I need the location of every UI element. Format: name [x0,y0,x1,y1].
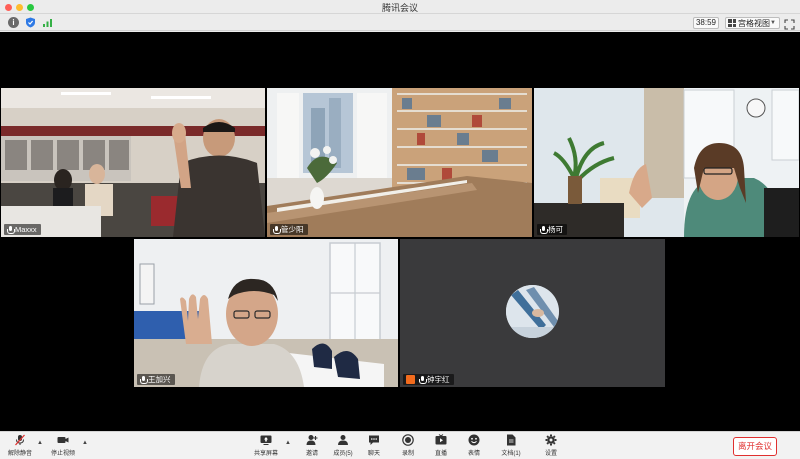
library-video-frame [267,88,532,237]
chat-icon [368,434,380,446]
signal-icon[interactable] [42,17,53,28]
participant-name-tag: 钟宇红 [403,374,454,385]
participant-name-tag: 王加兴 [137,374,175,385]
share-screen-icon [260,434,272,446]
users-icon [337,434,349,446]
mic-on-icon [273,225,281,234]
participant-name: Maxxx [15,225,37,234]
mic-on-icon [419,375,427,384]
participant-name: 杨可 [548,225,563,234]
reactions-button[interactable]: 表情 [459,433,489,459]
invite-button[interactable]: 邀请 [297,433,327,459]
video-tile[interactable]: 管少阳 [267,88,532,237]
window-title: 腾讯会议 [381,3,418,13]
video-options-caret[interactable]: ▲ [82,440,88,446]
camera-icon [57,434,69,446]
video-tile[interactable]: 杨可 [534,88,799,237]
video-grid: Maxxx 管少阳 杨可 王加兴 钟宇红 [0,32,800,431]
video-tile-no-camera[interactable]: 钟宇红 [400,239,665,387]
classroom-video-frame [1,88,265,237]
participant-name: 王加兴 [148,375,171,384]
participant-name: 管少阳 [281,225,304,234]
mic-on-icon [140,375,148,384]
audio-options-caret[interactable]: ▲ [37,440,43,446]
share-screen-button[interactable]: 共享屏幕 [251,433,281,459]
add-user-icon [306,434,318,446]
bottom-toolbar: 解除静音 ▲ 停止视频 ▲ 共享屏幕 ▲ 邀请 成员(5) 聊天 录制 直播 表… [0,431,800,459]
mic-on-icon [7,225,15,234]
meeting-window: 腾讯会议 i 38:59 宫格视图 ▼ Maxxx 管少阳 杨可 王加兴 钟宇红… [0,0,800,459]
participant-name-tag: Maxxx [4,224,41,235]
share-options-caret[interactable]: ▲ [285,440,291,446]
meeting-timer: 38:59 [693,17,719,29]
title-bar: 腾讯会议 [0,0,800,14]
mic-on-icon [540,225,548,234]
chevron-down-icon: ▼ [770,20,776,26]
video-tile[interactable]: 王加兴 [134,239,398,387]
participant-name-tag: 管少阳 [270,224,308,235]
app-logo-icon [406,375,415,384]
participant-name: 钟宇红 [427,375,450,384]
documents-button[interactable]: 文档(1) [496,433,526,459]
view-mode-dropdown[interactable]: 宫格视图 ▼ [725,17,780,29]
office-video-frame [134,239,398,387]
video-tile[interactable]: Maxxx [1,88,265,237]
gear-icon [545,434,557,446]
record-button[interactable]: 录制 [393,433,423,459]
home-video-frame [534,88,799,237]
settings-button[interactable]: 设置 [536,433,566,459]
stop-video-button[interactable]: 停止视频 [48,433,78,459]
document-icon [505,434,517,446]
info-icon[interactable]: i [8,17,19,28]
shield-icon[interactable] [25,17,36,28]
members-button[interactable]: 成员(5) [328,433,358,459]
chat-button[interactable]: 聊天 [359,433,389,459]
participant-name-tag: 杨可 [537,224,567,235]
grid-view-icon [728,19,736,27]
fullscreen-icon[interactable] [784,17,795,30]
leave-meeting-button[interactable]: 离开会议 [733,437,777,456]
mic-muted-icon [14,434,26,446]
unmute-button[interactable]: 解除静音 [5,433,35,459]
view-mode-label: 宫格视图 [738,18,770,28]
emoji-icon [468,434,480,446]
top-toolbar: i 38:59 宫格视图 ▼ [0,14,800,31]
avatar [506,285,559,338]
live-button[interactable]: 直播 [426,433,456,459]
live-stream-icon [435,434,447,446]
record-icon [402,434,414,446]
